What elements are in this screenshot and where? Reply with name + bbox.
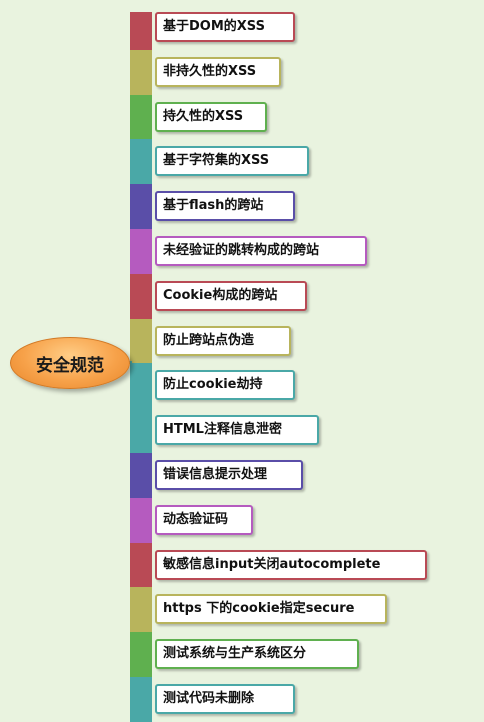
branch-node-label: 测试系统与生产系统区分 [163, 646, 307, 662]
branch-node-label: 非持久性的XSS [163, 63, 257, 79]
branch-node[interactable]: HTML注释信息泄密 [155, 415, 319, 446]
trunk-segment [130, 273, 152, 319]
branch-node[interactable]: 持久性的XSS [155, 101, 267, 132]
branch-node[interactable]: 测试代码未删除 [155, 684, 295, 714]
branch-node[interactable]: 敏感信息input关闭autocomplete [155, 549, 427, 580]
branch-node-label: https 下的cookie指定secure [163, 601, 355, 617]
branch-node-label: 敏感信息input关闭autocomplete [163, 556, 381, 572]
branch-node[interactable]: https 下的cookie指定secure [155, 594, 387, 625]
trunk-segment [130, 49, 152, 95]
branch-node[interactable]: 测试系统与生产系统区分 [155, 639, 359, 670]
branch-node[interactable]: 非持久性的XSS [155, 56, 281, 87]
branch-node[interactable]: 基于flash的跨站 [155, 191, 295, 222]
branch-node[interactable]: 基于字符集的XSS [155, 146, 309, 177]
trunk-segment [130, 94, 152, 140]
branch-node-label: 基于DOM的XSS [163, 19, 265, 34]
trunk-segment [130, 318, 152, 364]
trunk-segment [130, 453, 152, 498]
branch-node-label: 防止跨站点伪造 [163, 332, 255, 348]
trunk-segment [130, 677, 152, 722]
branch-node[interactable]: 动态验证码 [155, 504, 253, 535]
branch-node[interactable]: 未经验证的跳转构成的跨站 [155, 236, 367, 266]
root-node-label: 安全规范 [36, 355, 104, 376]
root-node[interactable]: 安全规范 [10, 337, 130, 389]
trunk-segment [130, 184, 152, 229]
branch-node-label: Cookie构成的跨站 [163, 287, 278, 303]
branch-node-label: 基于字符集的XSS [163, 153, 270, 169]
trunk-segment [130, 497, 152, 543]
trunk-segment [130, 632, 152, 677]
mindmap-canvas: 安全规范 基于DOM的XSS 非持久性的XSS 持久性的XSS 基于字符集的XSS 基于… [0, 0, 484, 722]
trunk-segment [130, 229, 152, 274]
branch-node-label: 错误信息提示处理 [163, 467, 268, 482]
trunk-segment [130, 587, 152, 633]
branch-node-label: 防止cookie劫持 [163, 377, 263, 393]
branch-node[interactable]: 基于DOM的XSS [155, 12, 295, 42]
branch-node-label: HTML注释信息泄密 [163, 422, 282, 438]
trunk-segment [130, 139, 152, 185]
branch-node-label: 测试代码未删除 [163, 691, 255, 706]
branch-node-label: 动态验证码 [163, 511, 229, 527]
trunk-segment [130, 542, 152, 588]
branch-node[interactable]: 防止跨站点伪造 [155, 325, 291, 356]
branch-node-label: 持久性的XSS [163, 108, 244, 124]
trunk-segment [130, 363, 152, 409]
trunk-segment [130, 408, 152, 453]
branch-node-label: 未经验证的跳转构成的跨站 [163, 243, 320, 258]
branch-node[interactable]: 错误信息提示处理 [155, 460, 303, 490]
branch-node[interactable]: 防止cookie劫持 [155, 370, 295, 401]
branch-node[interactable]: Cookie构成的跨站 [155, 280, 307, 311]
branch-node-label: 基于flash的跨站 [163, 198, 264, 214]
